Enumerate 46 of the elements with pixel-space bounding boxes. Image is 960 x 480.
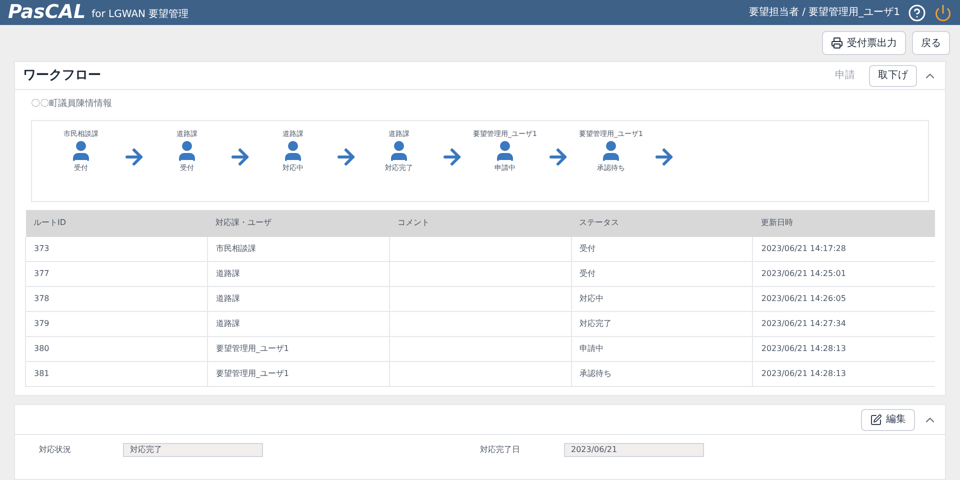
- table-cell: 2023/06/21 14:17:28: [761, 244, 846, 253]
- app-subtitle: for LGWAN 要望管理: [92, 8, 189, 22]
- table-cell: 377: [34, 269, 50, 278]
- help-icon[interactable]: [908, 4, 926, 22]
- field-label: 対応状況: [39, 444, 72, 456]
- column-header: ステータス: [571, 210, 753, 236]
- app-logo: PasCAL: [8, 3, 86, 22]
- table-cell: 対応完了: [580, 319, 612, 328]
- table-cell: 380: [34, 344, 50, 353]
- user-name: 要望担当者 / 要望管理用_ユーザ1: [748, 6, 900, 20]
- edit-button[interactable]: 編集: [861, 408, 915, 430]
- workflow-button[interactable]: 取下げ: [869, 64, 917, 86]
- table-cell: 承認待ち: [580, 369, 612, 378]
- table-cell: 道路課: [216, 294, 240, 303]
- field-value: 対応完了: [123, 443, 263, 457]
- edit-icon: [870, 414, 882, 426]
- table-cell: 378: [34, 294, 50, 303]
- table-cell: 道路課: [216, 319, 240, 328]
- table-cell: 要望管理用_ユーザ1: [216, 344, 289, 353]
- table-cell: 381: [34, 369, 50, 378]
- column-header: 更新日時: [752, 210, 935, 236]
- table-cell: 373: [34, 244, 50, 253]
- table-cell: 2023/06/21 14:28:13: [761, 344, 846, 353]
- printer-icon: [831, 37, 843, 49]
- table-cell: 申請中: [580, 344, 604, 353]
- table-cell: 2023/06/21 14:28:13: [761, 369, 846, 378]
- panel-title: ワークフロー: [23, 66, 101, 85]
- table-cell: 要望管理用_ユーザ1: [216, 369, 289, 378]
- field-value: 2023/06/21: [564, 443, 704, 457]
- field-label: 対応完了日: [480, 444, 521, 456]
- column-header: 対応課・ユーザ: [207, 210, 390, 236]
- table-cell: 対応中: [580, 294, 604, 303]
- table-cell: 受付: [580, 269, 596, 278]
- table-cell: 2023/06/21 14:25:01: [761, 269, 846, 278]
- table-cell: 道路課: [216, 269, 240, 278]
- table-cell: 市民相談課: [216, 244, 256, 253]
- power-icon[interactable]: [934, 4, 952, 22]
- column-header: コメント: [389, 210, 572, 236]
- table-cell: 受付: [580, 244, 596, 253]
- table-cell: 2023/06/21 14:27:34: [761, 319, 846, 328]
- table-cell: 2023/06/21 14:26:05: [761, 294, 846, 303]
- action-button[interactable]: 戻る: [912, 31, 950, 55]
- action-button[interactable]: 受付票出力: [822, 31, 906, 55]
- caption: 〇〇町議員陳情情報: [31, 98, 113, 111]
- column-header: ルートID: [26, 210, 208, 236]
- table-cell: 379: [34, 319, 50, 328]
